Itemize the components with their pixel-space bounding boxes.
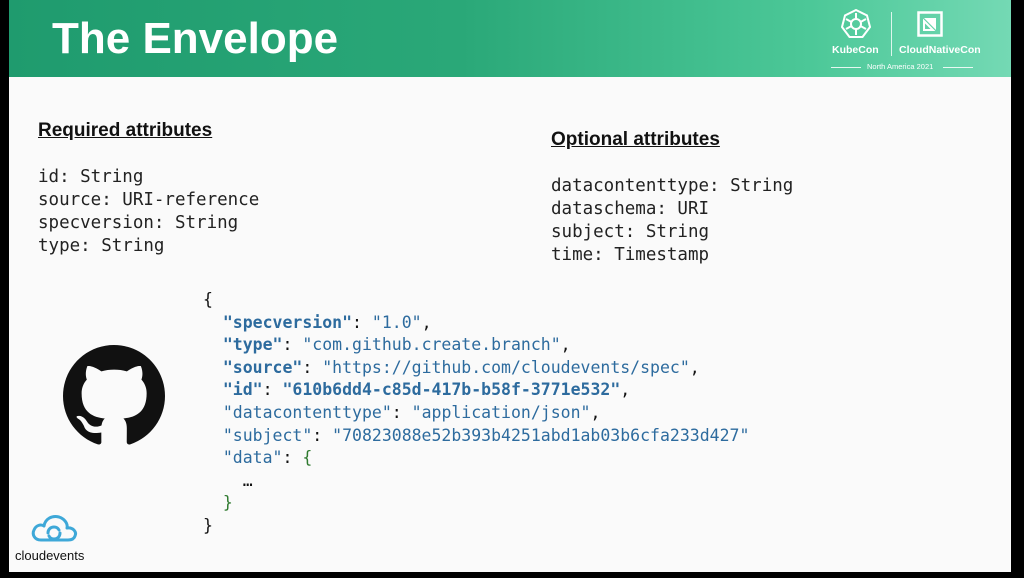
- kubecon-label: KubeCon: [832, 44, 879, 56]
- kubecon-helm-icon: [841, 9, 871, 38]
- json-data-open-brace: {: [302, 448, 313, 468]
- json-key: "id": [222, 380, 263, 400]
- json-comma: ,: [689, 357, 700, 377]
- required-attributes-list: id: String source: URI-reference specversi…: [38, 166, 259, 258]
- json-value: "70823088e52b393b4251abd1ab03b6cfa233d42…: [332, 425, 750, 445]
- required-attr-line: specversion: String: [38, 213, 239, 233]
- json-comma: ,: [421, 312, 432, 332]
- cloudnativecon-label: CloudNativeCon: [899, 44, 981, 56]
- slide-title: The Envelope: [52, 14, 339, 63]
- optional-attr-line: datacontenttype: String: [551, 176, 794, 196]
- json-data-close-brace: }: [222, 493, 233, 513]
- optional-attr-line: time: Timestamp: [551, 245, 710, 265]
- cncf-icon: [917, 11, 943, 37]
- optional-attr-line: subject: String: [551, 222, 710, 242]
- required-attr-line: id: String: [38, 167, 144, 187]
- json-ellipsis: …: [242, 470, 253, 490]
- json-value: "610b6dd4-c85d-417b-b58f-3771e532": [282, 380, 621, 400]
- json-value: "application/json": [411, 402, 591, 422]
- required-attr-line: type: String: [38, 236, 165, 256]
- json-value: "1.0": [371, 312, 422, 332]
- optional-attr-line: dataschema: URI: [551, 199, 710, 219]
- json-open-brace: {: [203, 290, 213, 309]
- json-key: "data": [222, 448, 283, 468]
- json-close-brace: }: [203, 515, 213, 535]
- json-key: "subject": [222, 425, 313, 445]
- json-comma: ,: [620, 380, 631, 400]
- required-attributes-heading: Required attributes: [38, 120, 213, 141]
- required-attr-line: source: URI-reference: [38, 190, 260, 210]
- json-key: "specversion": [222, 312, 353, 332]
- json-example: { "specversion": "1.0", "type": "com.git…: [203, 290, 750, 535]
- json-value: "com.github.create.branch": [302, 335, 561, 355]
- cloudevents-cloud-icon: [31, 515, 77, 542]
- cloudevents-label: cloudevents: [15, 548, 85, 563]
- json-key: "datacontenttype": [222, 402, 392, 422]
- json-key: "type": [222, 335, 283, 355]
- optional-attributes-heading: Optional attributes: [551, 129, 720, 150]
- optional-attributes-list: datacontenttype: String dataschema: URI su…: [551, 175, 793, 267]
- brand-divider: [891, 12, 892, 56]
- kubecon-brand: KubeCon CloudNativeCon North America 202…: [827, 6, 981, 72]
- json-comma: ,: [560, 335, 571, 355]
- event-label: North America 2021: [867, 62, 934, 71]
- json-value: "https://github.com/cloudevents/spec": [322, 357, 690, 377]
- slide: The Envelope KubeCon CloudNativeCon Nort…: [9, 0, 1011, 572]
- slide-header: The Envelope KubeCon CloudNativeCon Nort…: [9, 0, 1011, 77]
- json-comma: ,: [590, 402, 601, 422]
- json-key: "source": [222, 357, 303, 377]
- event-line: North America 2021: [831, 62, 973, 72]
- github-octocat-icon: [63, 345, 165, 445]
